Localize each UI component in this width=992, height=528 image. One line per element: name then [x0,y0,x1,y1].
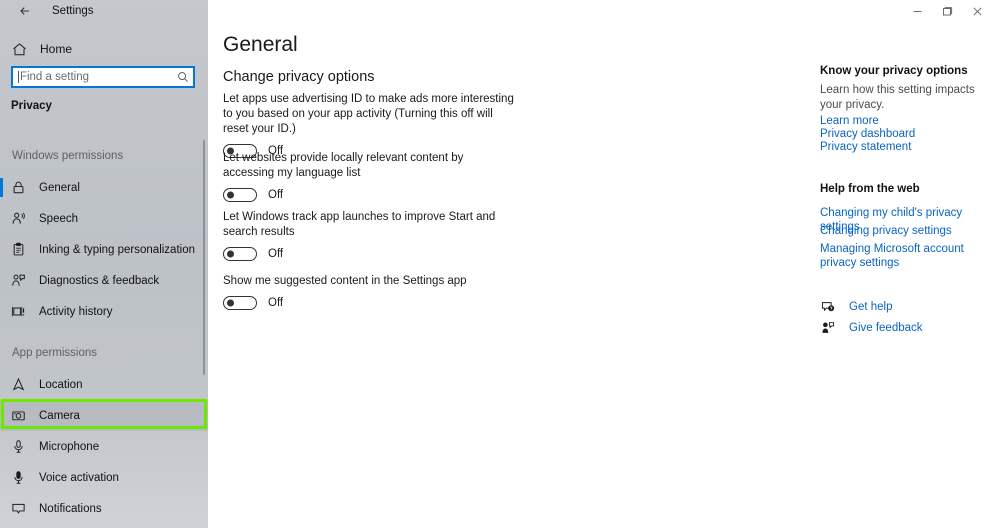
get-help-label: Get help [849,301,893,313]
help-bubble-icon [820,299,836,315]
setting-description: Let apps use advertising ID to make ads … [223,93,514,135]
sidebar-item-label: General [39,181,80,194]
toggle-row: Off [223,296,723,310]
sidebar-scrollbar[interactable] [203,140,205,375]
title-bar: Settings [0,0,992,22]
sidebar-item-label: Notifications [39,502,102,515]
search-icon[interactable] [174,71,193,83]
app-launch-tracking-toggle[interactable] [223,247,257,261]
toggle-state-label: Off [268,297,284,309]
sidebar-item-camera[interactable]: Camera [0,400,208,431]
search-box[interactable] [11,66,195,88]
sidebar-item-label: Camera [39,409,80,422]
window-controls [902,0,992,22]
clipboard-pen-icon [11,241,33,259]
sidebar-home-label: Home [40,42,73,56]
setting-description: Let Windows track app launches to improv… [223,211,496,238]
link-privacy-statement[interactable]: Privacy statement [820,141,990,155]
language-list-toggle[interactable] [223,188,257,202]
link-managing-microsoft-account-privacy-settings[interactable]: Managing Microsoft account privacy setti… [820,243,990,270]
search-input[interactable] [18,71,174,83]
feedback-person-icon [820,320,836,336]
sidebar-item-label: Diagnostics & feedback [39,274,160,287]
toggle-state-label: Off [268,248,284,260]
location-pin-icon [11,376,33,394]
sidebar-item-speech[interactable]: Speech [0,203,208,234]
notification-icon [11,500,33,518]
section-title: Change privacy options [223,69,375,85]
sidebar-item-label: Inking & typing personalization [39,243,195,256]
maximize-button[interactable] [932,0,962,22]
setting-suggested-content: Show me suggested content in the Setting… [223,274,723,310]
help-from-web-heading: Help from the web [820,183,920,195]
page-title: General [223,33,298,56]
setting-advertising-id: Let apps use advertising ID to make ads … [223,92,723,158]
back-arrow-icon[interactable] [8,0,42,22]
sidebar-item-inking-typing[interactable]: Inking & typing personalization [0,234,208,265]
sidebar-item-label: Activity history [39,305,113,318]
main-content: General Change privacy options Let apps … [208,0,808,528]
lock-icon [11,179,33,197]
toggle-knob [227,250,234,258]
sidebar-item-label: Location [39,378,83,391]
sidebar-item-microphone[interactable]: Microphone [0,431,208,462]
toggle-row: Off [223,247,723,261]
sidebar-item-label: Microphone [39,440,100,453]
window-title: Settings [52,5,94,17]
settings-window: Settings Home Find a setting Privacy Win… [0,0,992,528]
microphone-icon [11,438,33,456]
suggested-content-toggle[interactable] [223,296,257,310]
home-icon [12,42,34,57]
speech-person-icon [11,210,33,228]
privacy-options-heading: Know your privacy options [820,65,968,77]
feedback-person-icon [11,272,33,290]
link-learn-more[interactable]: Learn more [820,115,990,129]
sidebar-item-general[interactable]: General [0,172,208,203]
sidebar-item-notifications[interactable]: Notifications [0,493,208,524]
give-feedback-label: Give feedback [849,322,923,334]
link-privacy-dashboard[interactable]: Privacy dashboard [820,128,990,142]
sidebar-group-app-permissions: App permissions [12,347,98,359]
close-button[interactable] [962,0,992,22]
toggle-state-label: Off [268,189,284,201]
give-feedback-action[interactable]: Give feedback [820,320,923,336]
sidebar-item-home[interactable]: Home [0,36,208,62]
sidebar-item-diagnostics-feedback[interactable]: Diagnostics & feedback [0,265,208,296]
get-help-action[interactable]: Get help [820,299,892,315]
sidebar-item-label: Voice activation [39,471,119,484]
setting-language-list: Let websites provide locally relevant co… [223,151,723,202]
minimize-button[interactable] [902,0,932,22]
voice-activation-icon [11,469,33,487]
sidebar-group-windows-permissions: Windows permissions [12,150,124,162]
sidebar-page-title: Privacy [11,100,52,112]
camera-icon [11,407,33,425]
link-changing-privacy-settings[interactable]: Changing privacy settings [820,225,990,239]
sidebar-item-label: Speech [39,212,79,225]
privacy-options-subtext: Learn how this setting impacts your priv… [820,84,975,111]
sidebar-item-voice-activation[interactable]: Voice activation [0,462,208,493]
setting-app-launch-tracking: Let Windows track app launches to improv… [223,210,723,261]
right-panel: Know your privacy options Learn how this… [808,0,992,528]
activity-history-icon [11,303,33,321]
toggle-row: Off [223,188,723,202]
setting-description: Show me suggested content in the Setting… [223,275,467,287]
setting-description: Let websites provide locally relevant co… [223,152,464,179]
toggle-knob [227,191,234,199]
sidebar-item-location[interactable]: Location [0,369,208,400]
sidebar-item-activity-history[interactable]: Activity history [0,296,208,327]
toggle-knob [227,299,234,307]
sidebar: Home Privacy Windows permissions General [0,0,208,528]
